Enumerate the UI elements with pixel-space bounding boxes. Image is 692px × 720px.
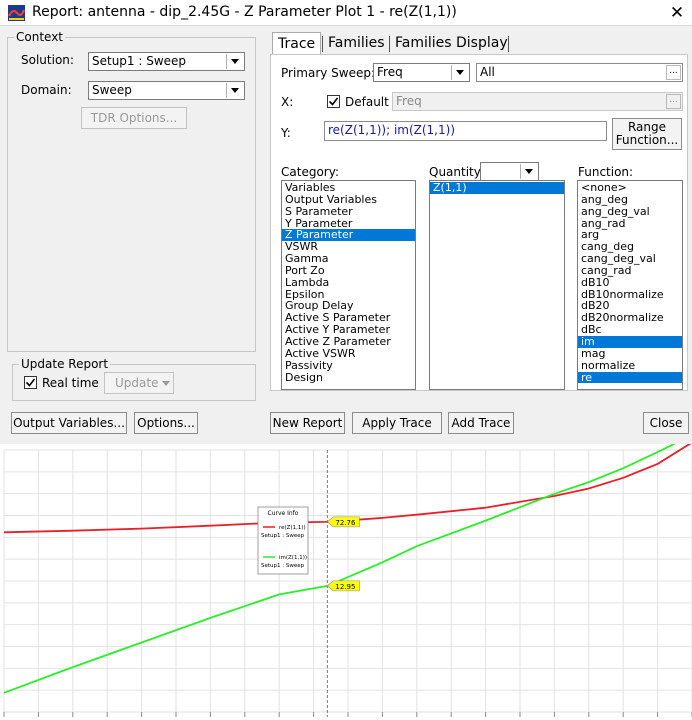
chevron-down-icon[interactable] — [226, 83, 243, 98]
function-item[interactable]: cang_rad — [578, 265, 682, 277]
x-label: X: — [281, 95, 294, 109]
context-group: Context — [7, 30, 256, 352]
output-variables-button[interactable]: Output Variables... — [11, 412, 127, 434]
tab-trace[interactable]: Trace — [272, 32, 322, 54]
close-icon[interactable]: ✕ — [664, 1, 690, 25]
chevron-down-icon[interactable] — [226, 54, 243, 69]
category-item[interactable]: Port Zo — [282, 265, 415, 277]
category-item[interactable]: Lambda — [282, 276, 415, 289]
update-label: Update — [115, 376, 159, 390]
function-item[interactable]: normalize — [578, 359, 682, 372]
function-item[interactable]: ang_deg_val — [578, 205, 682, 218]
ellipsis-icon[interactable]: ... — [666, 65, 681, 80]
category-item[interactable]: Output Variables — [282, 193, 415, 206]
solution-select[interactable]: Setup1 : Sweep — [88, 52, 245, 71]
quantity-filter-select[interactable] — [480, 162, 539, 181]
category-list[interactable]: Variables Output Variables S Parameter Y Pa… — [281, 180, 416, 390]
category-item[interactable]: Active VSWR — [282, 347, 415, 360]
solution-label: Solution: — [21, 53, 74, 67]
legend-entry-setup: Setup1 : Sweep — [261, 563, 305, 569]
tab-separator — [322, 36, 323, 52]
ellipsis-icon[interactable]: ... — [666, 94, 681, 109]
realtime-label: Real time — [42, 376, 99, 390]
quantity-list[interactable]: Z(1,1) — [429, 180, 565, 390]
chevron-down-icon[interactable] — [520, 164, 537, 179]
y-label: Y: — [281, 126, 291, 140]
update-report-legend: Update Report — [21, 357, 109, 371]
check-icon — [329, 97, 338, 106]
function-item[interactable]: mag — [578, 347, 682, 360]
report-dialog: Context Solution: Setup1 : Sweep Domain:… — [0, 26, 692, 444]
domain-label: Domain: — [21, 83, 72, 97]
marker-label-value: 12.95 — [335, 583, 355, 591]
tab-separator — [508, 36, 509, 52]
tab-separator — [389, 36, 390, 52]
new-report-button[interactable]: New Report — [270, 412, 345, 434]
context-legend: Context — [16, 30, 64, 44]
marker-label-value: 72.76 — [335, 519, 356, 527]
check-icon — [26, 378, 35, 387]
range-function-button[interactable]: Range Function... — [612, 118, 682, 150]
x-default-checkbox[interactable] — [327, 95, 340, 108]
category-item[interactable]: S Parameter — [282, 205, 415, 218]
domain-value: Sweep — [92, 83, 132, 97]
tab-families-display[interactable]: Families Display — [390, 32, 513, 54]
domain-select[interactable]: Sweep — [88, 81, 245, 100]
primary-sweep-value: Freq — [377, 65, 403, 79]
quantity-item[interactable]: Z(1,1) — [430, 182, 564, 194]
close-button[interactable]: Close — [643, 412, 689, 434]
realtime-checkbox[interactable] — [24, 376, 37, 389]
options-button[interactable]: Options... — [134, 412, 198, 434]
tdr-options-button[interactable]: TDR Options... — [81, 107, 187, 129]
primary-sweep-label: Primary Sweep: — [281, 66, 376, 80]
sweep-range-field[interactable]: All ... — [476, 63, 683, 82]
solution-value: Setup1 : Sweep — [92, 54, 187, 68]
z-parameter-chart: Curve Info re(Z(1,1)) Setup1 : Sweep im(Z(1… — [3, 434, 692, 717]
category-item[interactable]: Passivity — [282, 359, 415, 372]
tab-families[interactable]: Families — [323, 32, 390, 54]
legend-title: Curve Info — [268, 510, 299, 517]
chevron-down-icon — [162, 381, 170, 386]
function-label: Function: — [578, 165, 634, 179]
update-button[interactable]: Update — [104, 372, 174, 394]
plot-area: Curve Info re(Z(1,1)) Setup1 : Sweep im(Z(1… — [0, 434, 692, 717]
title-bar: Report: antenna - dip_2.45G - Z Paramete… — [0, 0, 692, 26]
add-trace-button[interactable]: Add Trace — [448, 412, 514, 434]
x-default-label: Default — [345, 95, 389, 109]
primary-sweep-select[interactable]: Freq — [373, 63, 470, 82]
function-item[interactable]: dB10 — [578, 276, 682, 289]
y-expression-field[interactable]: re(Z(1,1)); im(Z(1,1)) — [324, 121, 607, 141]
quantity-label: Quantity: — [429, 165, 485, 179]
chevron-down-icon[interactable] — [451, 65, 468, 80]
y-expression-value: re(Z(1,1)); im(Z(1,1)) — [328, 123, 455, 137]
function-item[interactable]: ang_deg — [578, 193, 682, 206]
legend-entry-name: re(Z(1,1)) — [279, 525, 306, 531]
category-label: Category: — [281, 165, 339, 179]
legend-entry-name: im(Z(1,1)) — [279, 555, 307, 561]
function-list[interactable]: <none> ang_deg ang_deg_val ang_rad arg cang_d… — [577, 180, 683, 390]
legend-entry-setup: Setup1 : Sweep — [261, 533, 305, 539]
x-expression-field[interactable]: Freq ... — [392, 92, 683, 111]
x-expression-value: Freq — [396, 94, 422, 108]
apply-trace-button[interactable]: Apply Trace — [352, 412, 442, 434]
range-function-line2: Function... — [615, 133, 679, 147]
window-title: Report: antenna - dip_2.45G - Z Paramete… — [32, 4, 457, 20]
sweep-range-value: All — [480, 65, 495, 79]
category-item[interactable]: Design — [282, 371, 415, 384]
curve-info-legend[interactable]: Curve Info re(Z(1,1)) Setup1 : Sweep im(Z(1… — [257, 506, 309, 575]
app-icon — [8, 5, 26, 21]
function-item[interactable]: re — [578, 371, 682, 384]
